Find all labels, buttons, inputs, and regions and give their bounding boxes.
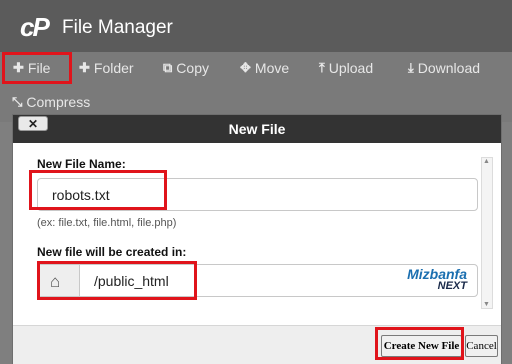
move-icon: ✥ (240, 60, 251, 75)
upload-icon: ⤒ (319, 60, 325, 75)
dialog-scrollbar[interactable]: ▲ ▼ (481, 157, 493, 309)
create-button-highlight (375, 327, 464, 360)
toolbar-move-label: Move (254, 60, 290, 76)
scroll-up-icon: ▲ (483, 158, 490, 165)
scroll-down-icon: ▼ (483, 301, 490, 308)
download-icon: ⤓ (408, 60, 414, 75)
toolbar-move-button[interactable]: ✥ Move (240, 60, 289, 76)
file-button-highlight (2, 52, 72, 84)
app-header: cP File Manager (0, 0, 512, 52)
copy-icon: ⧉ (163, 60, 173, 75)
file-name-hint: (ex: file.txt, file.html, file.php) (37, 217, 177, 229)
toolbar-download-label: Download (417, 60, 481, 76)
mizbanfa-watermark: Mizbanfa NEXT (407, 266, 467, 292)
compress-icon: ⤡ (12, 94, 23, 109)
watermark-main: Mizbanfa (407, 266, 467, 282)
toolbar-compress-label: Compress (26, 94, 91, 110)
dialog-titlebar: New File ✕ (13, 115, 501, 144)
location-highlight (37, 261, 197, 300)
close-icon[interactable]: ✕ (18, 116, 48, 131)
toolbar-upload-button[interactable]: ⤒ Upload (319, 60, 373, 76)
plus-icon: ✚ (79, 60, 90, 75)
location-label: New file will be created in: (37, 245, 187, 259)
file-name-highlight (29, 170, 167, 210)
toolbar-copy-label: Copy (176, 60, 209, 76)
toolbar-copy-button[interactable]: ⧉ Copy (163, 60, 209, 76)
toolbar: ✚ File ✚ Folder ⧉ Copy ✥ Move ⤒ Upload ⤓… (0, 52, 512, 122)
dialog-title: New File (228, 121, 286, 137)
cpanel-logo: cP (20, 12, 50, 42)
toolbar-folder-label: Folder (93, 60, 134, 76)
cancel-button[interactable]: Cancel (465, 335, 498, 357)
toolbar-folder-button[interactable]: ✚ Folder (79, 60, 134, 76)
app-title: File Manager (62, 17, 173, 38)
file-name-label: New File Name: (37, 157, 126, 171)
toolbar-compress-button[interactable]: ⤡ Compress (12, 94, 90, 110)
toolbar-download-button[interactable]: ⤓ Download (408, 60, 480, 76)
toolbar-upload-label: Upload (328, 60, 374, 76)
